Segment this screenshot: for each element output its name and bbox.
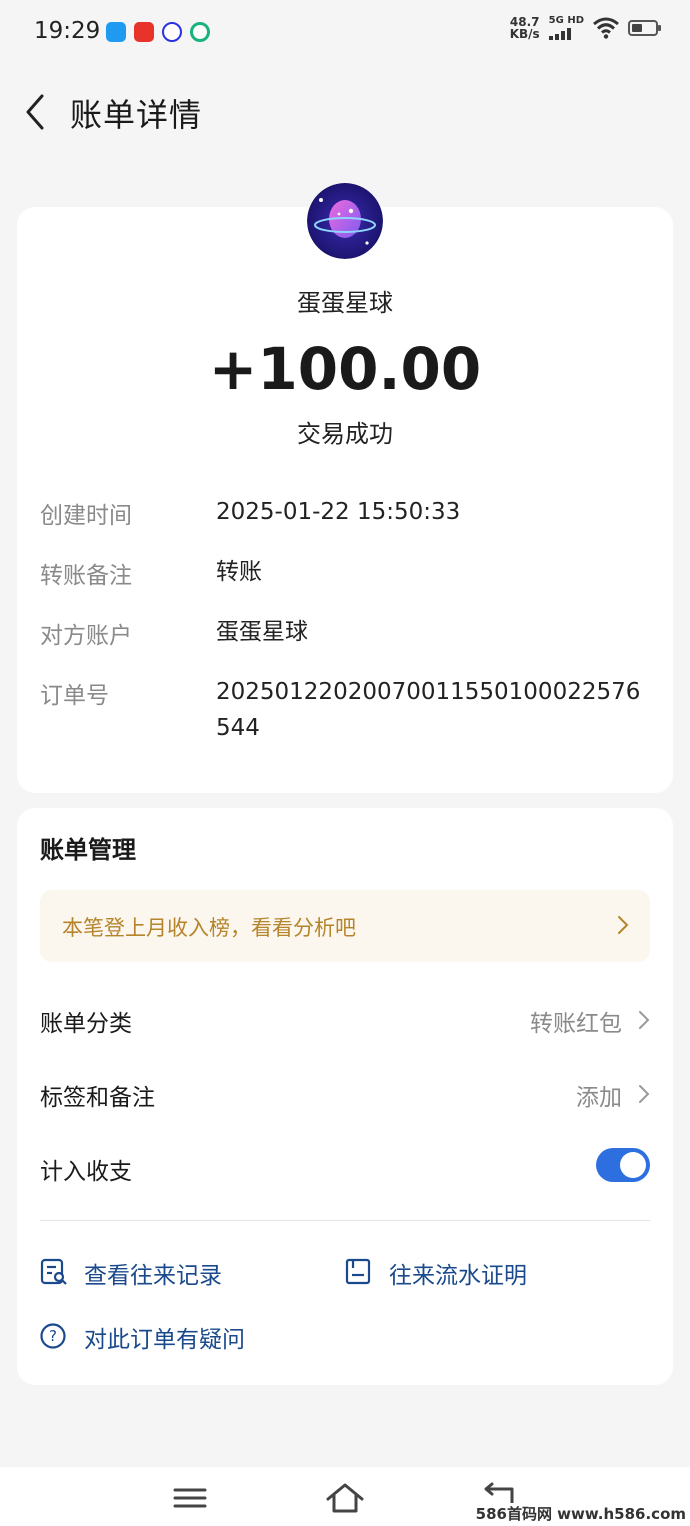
row-label: 计入收支: [40, 1159, 132, 1185]
detail-label: 转账备注: [40, 563, 132, 589]
status-bar: 19:29 48.7 KB/s 5G HD: [0, 0, 690, 66]
detail-label: 对方账户: [40, 623, 132, 649]
page-header: 账单详情: [0, 80, 690, 144]
merchant-name: 蛋蛋星球: [297, 289, 393, 317]
detail-value: 2025-01-22 15:50:33: [216, 499, 461, 525]
signal-icon: 5G HD: [548, 16, 584, 40]
link-text: 对此订单有疑问: [84, 1327, 245, 1353]
count-in-budget-row: 计入收支: [40, 1142, 650, 1192]
baidu-icon: [162, 22, 182, 42]
link-text: 查看往来记录: [84, 1263, 222, 1289]
page-title: 账单详情: [70, 96, 203, 134]
toutiao-icon: [134, 22, 154, 42]
banner-text: 本笔登上月收入榜，看看分析吧: [62, 916, 356, 940]
svg-text:?: ?: [49, 1327, 57, 1345]
battery-icon: [628, 20, 661, 36]
bill-category-row[interactable]: 账单分类 转账红包: [40, 994, 650, 1044]
row-label: 标签和备注: [40, 1085, 155, 1111]
home-icon[interactable]: [325, 1481, 365, 1515]
app-icon-blue: [106, 22, 126, 42]
detail-value: 转账: [216, 559, 262, 585]
transaction-status: 交易成功: [297, 420, 393, 448]
menu-icon[interactable]: [170, 1481, 210, 1515]
network-speed: 48.7 KB/s: [509, 15, 540, 41]
status-time: 19:29: [34, 18, 101, 44]
link-text: 往来流水证明: [389, 1263, 527, 1289]
transaction-amount: +100.00: [208, 335, 482, 403]
detail-label: 订单号: [40, 683, 109, 709]
row-value: 转账红包: [530, 1011, 622, 1037]
order-number-value[interactable]: 20250122020070011550100022576544: [216, 674, 646, 746]
records-search-icon: [40, 1258, 67, 1285]
merchant-avatar: [307, 183, 383, 259]
help-icon: ?: [40, 1323, 66, 1349]
count-in-budget-toggle[interactable]: [596, 1148, 650, 1182]
watermark: 586首码网 www.h586.com: [473, 1503, 688, 1524]
notification-app-icons: [106, 22, 210, 42]
back-icon[interactable]: [18, 90, 58, 134]
detail-label: 创建时间: [40, 503, 132, 529]
chevron-right-icon: [618, 916, 629, 934]
detail-value: 蛋蛋星球: [216, 619, 308, 645]
tags-notes-row[interactable]: 标签和备注 添加: [40, 1068, 650, 1118]
row-value: 添加: [576, 1085, 622, 1111]
section-title: 账单管理: [40, 836, 136, 864]
green-app-icon: [190, 22, 210, 42]
document-icon: [345, 1258, 371, 1285]
wifi-icon: [593, 17, 619, 39]
chevron-right-icon: [639, 1011, 650, 1029]
divider: [40, 1220, 650, 1221]
chevron-right-icon: [639, 1085, 650, 1103]
row-label: 账单分类: [40, 1011, 132, 1037]
income-rank-banner[interactable]: 本笔登上月收入榜，看看分析吧: [40, 890, 650, 962]
